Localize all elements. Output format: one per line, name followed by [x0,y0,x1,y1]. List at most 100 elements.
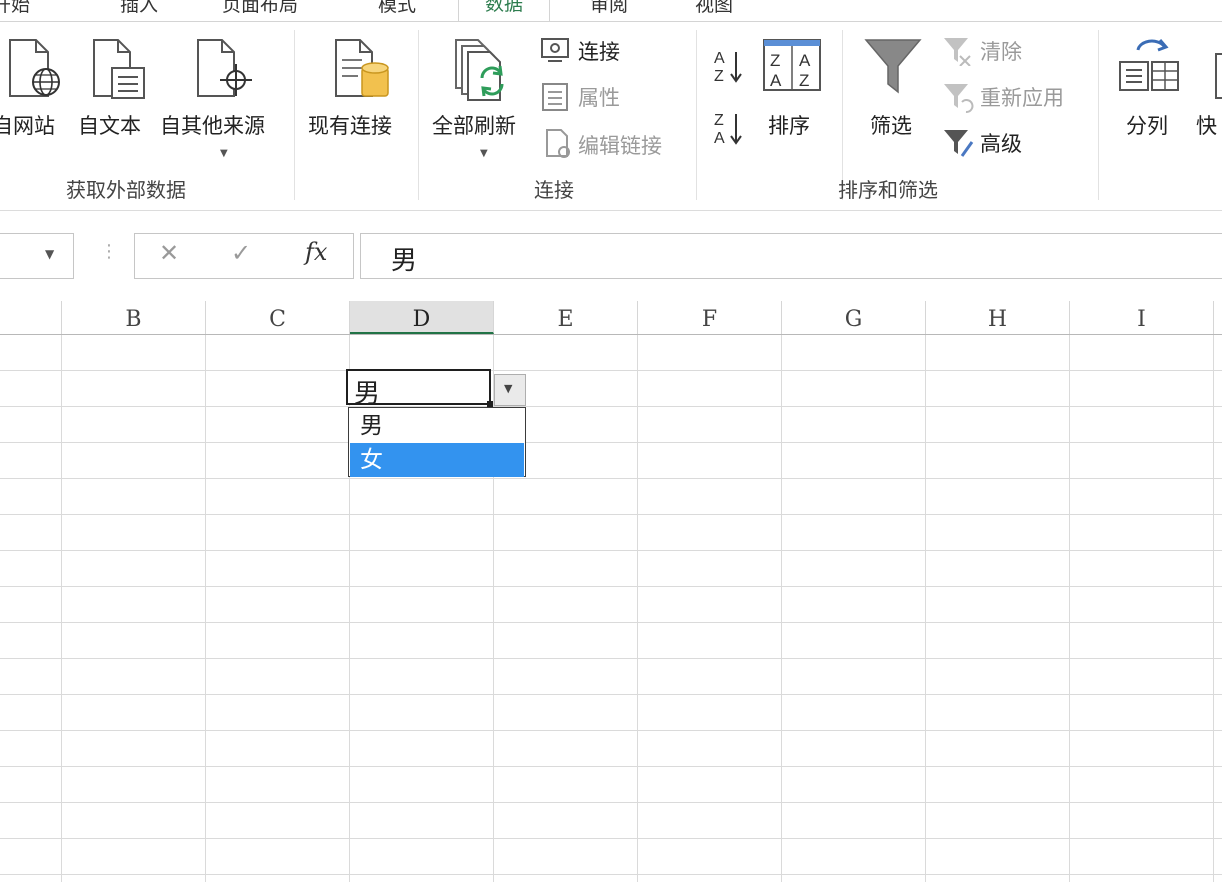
filter-label: 筛选 [870,114,912,138]
web-document-icon [9,39,60,97]
group-divider [1098,30,1099,200]
column-gridline [1069,335,1070,882]
sort-label: 排序 [768,114,810,138]
tab-formulas[interactable]: 模式 [378,0,416,17]
tab-data[interactable]: 数据 [458,0,551,21]
edit-links-button[interactable]: 编辑链接 [544,126,684,160]
column-header-H[interactable]: H [926,301,1070,334]
row-gridline [0,442,1222,443]
sort-dialog-icon: Z A A Z [763,39,821,91]
column-header-C[interactable]: C [206,301,350,334]
connections-label: 连接 [578,40,620,64]
from-other-sources-button[interactable]: 自其他来源 ▼ [160,32,284,162]
ribbon: 自网站 自文本 自其他来源 ▼ 获取外部数据 现有连接 全部刷新 ▼ 连接 属性… [0,22,1222,211]
connections-icon [541,38,569,62]
text-to-columns-label: 分列 [1126,114,1168,138]
row-gridline [0,802,1222,803]
worksheet-grid[interactable] [0,335,1222,882]
text-to-columns-button[interactable]: 分列 [1112,32,1184,142]
reapply-filter-button[interactable]: 重新应用 [942,80,1092,114]
properties-button[interactable]: 属性 [540,80,680,114]
row-gridline [0,874,1222,875]
formula-buttons: ✕ ✓ fx [134,233,354,279]
from-text-button[interactable]: 自文本 [76,32,156,142]
advanced-filter-label: 高级 [980,132,1022,156]
tab-review[interactable]: 审阅 [590,0,628,17]
group-divider [418,30,419,200]
tab-home[interactable]: 开始 [0,0,30,17]
clear-filter-button[interactable]: 清除 [942,34,1062,68]
column-gridline [781,335,782,882]
row-gridline [0,586,1222,587]
validation-dropdown-list: 男 女 [348,407,526,477]
formula-bar-grip-icon: ⋮ [100,241,119,262]
tab-page-layout[interactable]: 页面布局 [222,0,298,17]
dropdown-option[interactable]: 男 [350,409,524,443]
column-gridline [1213,335,1214,882]
text-document-icon [93,39,145,99]
active-cell-value: 男 [354,379,381,409]
active-cell[interactable]: 男 [346,369,491,409]
row-gridline [0,766,1222,767]
flash-fill-icon [1215,53,1222,99]
sort-ascending-button[interactable]: A Z [712,46,752,90]
existing-connections-icon [335,39,389,97]
validation-dropdown-button[interactable]: ▼ [494,374,526,406]
svg-text:A: A [770,71,782,90]
tab-insert[interactable]: 插入 [120,0,158,17]
svg-text:Z: Z [714,68,724,85]
sort-descending-button[interactable]: Z A [712,108,752,152]
svg-text:A: A [714,50,725,67]
column-header-F[interactable]: F [638,301,782,334]
from-web-label: 自网站 [0,114,55,138]
other-sources-icon [197,39,252,97]
funnel-icon [864,39,922,94]
properties-label: 属性 [578,86,620,110]
name-box[interactable]: ▼ [0,233,74,279]
svg-text:Z: Z [799,71,809,90]
column-gridline [205,335,206,882]
group-label-sort-filter: 排序和筛选 [838,178,938,202]
row-gridline [0,478,1222,479]
svg-text:Z: Z [714,112,724,129]
chevron-down-icon[interactable]: ▼ [45,247,54,261]
formula-input[interactable]: 男 [360,233,1222,279]
text-to-columns-icon [1119,39,1179,91]
tab-view[interactable]: 视图 [695,0,733,17]
group-divider [696,30,697,200]
row-gridline [0,406,1222,407]
column-header-D[interactable]: D [350,301,494,334]
chevron-down-icon: ▼ [504,382,513,395]
refresh-all-label: 全部刷新 [432,114,516,138]
flash-fill-button[interactable]: 快 [1192,32,1222,142]
column-header-A[interactable] [0,301,62,334]
edit-links-icon [546,129,570,158]
column-header-G[interactable]: G [782,301,926,334]
existing-connections-label: 现有连接 [308,114,392,138]
properties-icon [542,83,568,111]
existing-connections-button[interactable]: 现有连接 [306,32,410,142]
advanced-filter-button[interactable]: 高级 [942,126,1062,160]
connections-button[interactable]: 连接 [540,34,680,68]
formula-bar: ▼ ⋮ ✕ ✓ fx 男 [0,211,1222,299]
column-header-E[interactable]: E [494,301,638,334]
row-gridline [0,370,1222,371]
from-text-label: 自文本 [78,114,141,138]
confirm-entry-button[interactable]: ✓ [231,239,251,267]
cancel-entry-button[interactable]: ✕ [159,239,179,267]
refresh-all-button[interactable]: 全部刷新 ▼ [430,32,530,162]
group-label-connections: 连接 [534,178,574,202]
reapply-filter-label: 重新应用 [980,86,1064,110]
dropdown-option-highlighted[interactable]: 女 [350,443,524,477]
sort-az-icon: A Z [714,50,742,85]
from-web-button[interactable]: 自网站 [0,32,72,142]
insert-function-button[interactable]: fx [305,238,327,266]
row-gridline [0,514,1222,515]
column-header-B[interactable]: B [62,301,206,334]
sort-button[interactable]: Z A A Z 排序 [758,32,828,142]
row-gridline [0,730,1222,731]
column-gridline [61,335,62,882]
filter-button[interactable]: 筛选 [860,32,930,142]
clear-filter-label: 清除 [980,40,1022,64]
column-header-I[interactable]: I [1070,301,1214,334]
